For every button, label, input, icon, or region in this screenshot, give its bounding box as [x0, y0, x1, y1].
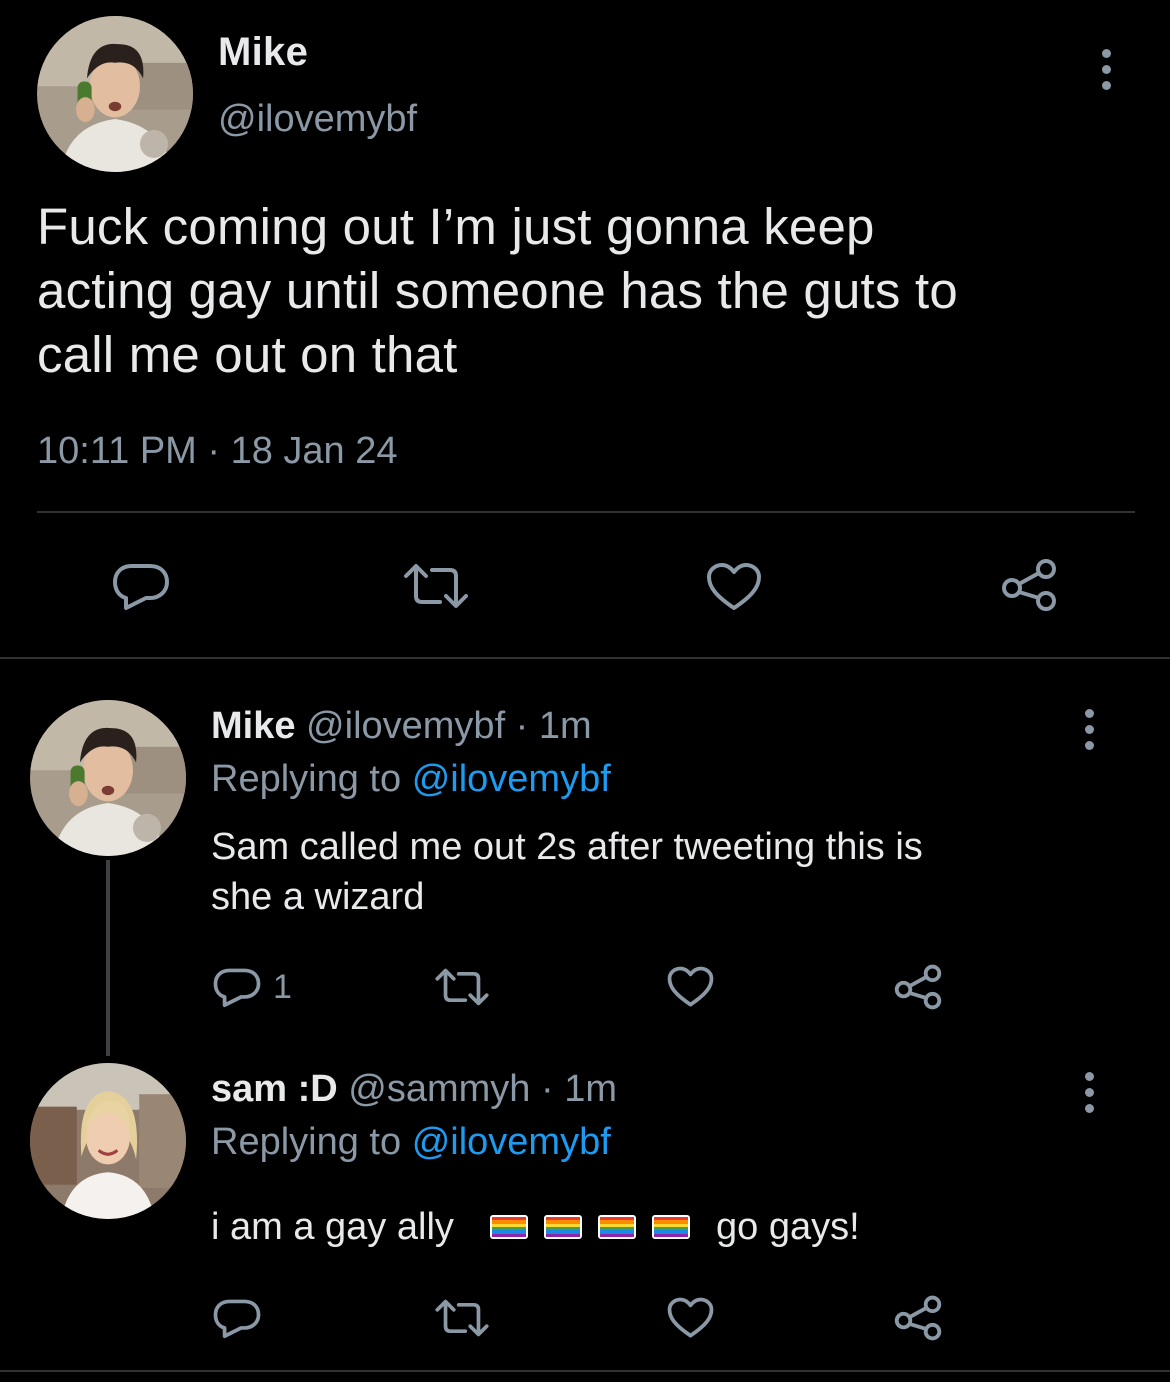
- main-divider: [37, 511, 1135, 513]
- reply1-reply-count: 1: [273, 968, 292, 1006]
- section-divider: [0, 657, 1170, 659]
- reply2-share-icon[interactable]: [893, 1295, 943, 1341]
- reply2-like-icon[interactable]: [667, 1297, 714, 1339]
- reply2-header: sam :D @sammyh · 1m: [211, 1068, 617, 1111]
- replying-label: Replying to: [211, 1121, 402, 1163]
- reply2-replying-to: Replying to @ilovemybf: [211, 1121, 611, 1164]
- rainbow-flag-emoji: [652, 1215, 690, 1239]
- reply1-replying-to: Replying to @ilovemybf: [211, 758, 611, 801]
- reply1-header: Mike @ilovemybf · 1m: [211, 705, 592, 748]
- rainbow-flag-emoji: [544, 1215, 582, 1239]
- retweet-icon[interactable]: [402, 562, 470, 610]
- reply-icon[interactable]: [112, 560, 170, 612]
- main-tweet-text: Fuck coming out I’m just gonna keep acti…: [37, 198, 958, 383]
- main-tweet-timestamp: 10:11 PM · 18 Jan 24: [37, 430, 398, 472]
- reply1-retweet-icon[interactable]: [434, 967, 490, 1007]
- like-icon[interactable]: [706, 562, 762, 612]
- main-author-handle[interactable]: @ilovemybf: [218, 98, 417, 141]
- rainbow-flag-emoji: [598, 1215, 636, 1239]
- reply2-text-before: i am a gay ally: [211, 1206, 454, 1248]
- main-author-name[interactable]: Mike: [218, 30, 308, 75]
- reply1-author-name[interactable]: Mike: [211, 705, 295, 747]
- bottom-divider: [0, 1370, 1170, 1372]
- replying-mention-link[interactable]: @ilovemybf: [412, 758, 611, 800]
- main-avatar[interactable]: [37, 16, 193, 172]
- share-icon[interactable]: [1000, 558, 1058, 612]
- thread-connector-line: [106, 860, 110, 1056]
- reply2-more-options-icon[interactable]: [1083, 1072, 1095, 1113]
- reply1-more-options-icon[interactable]: [1083, 709, 1095, 750]
- reply1-like-icon[interactable]: [667, 966, 714, 1008]
- replying-mention-link[interactable]: @ilovemybf: [412, 1121, 611, 1163]
- reply1-handle-time[interactable]: @ilovemybf · 1m: [306, 705, 592, 747]
- reply1-share-icon[interactable]: [893, 964, 943, 1010]
- reply2-handle-time[interactable]: @sammyh · 1m: [348, 1068, 617, 1110]
- replying-label: Replying to: [211, 758, 402, 800]
- main-more-options-icon[interactable]: [1100, 49, 1112, 90]
- reply2-author-name[interactable]: sam :D: [211, 1068, 338, 1110]
- rainbow-flag-emoji: [490, 1215, 528, 1239]
- reply2-reply-icon[interactable]: [213, 1296, 261, 1340]
- reply2-text-after: go gays!: [716, 1206, 860, 1248]
- reply2-retweet-icon[interactable]: [434, 1298, 490, 1338]
- reply1-reply-icon[interactable]: [213, 965, 261, 1009]
- reply1-avatar[interactable]: [30, 700, 186, 856]
- reply1-text: Sam called me out 2s after tweeting this…: [211, 826, 923, 918]
- reply2-avatar[interactable]: [30, 1063, 186, 1219]
